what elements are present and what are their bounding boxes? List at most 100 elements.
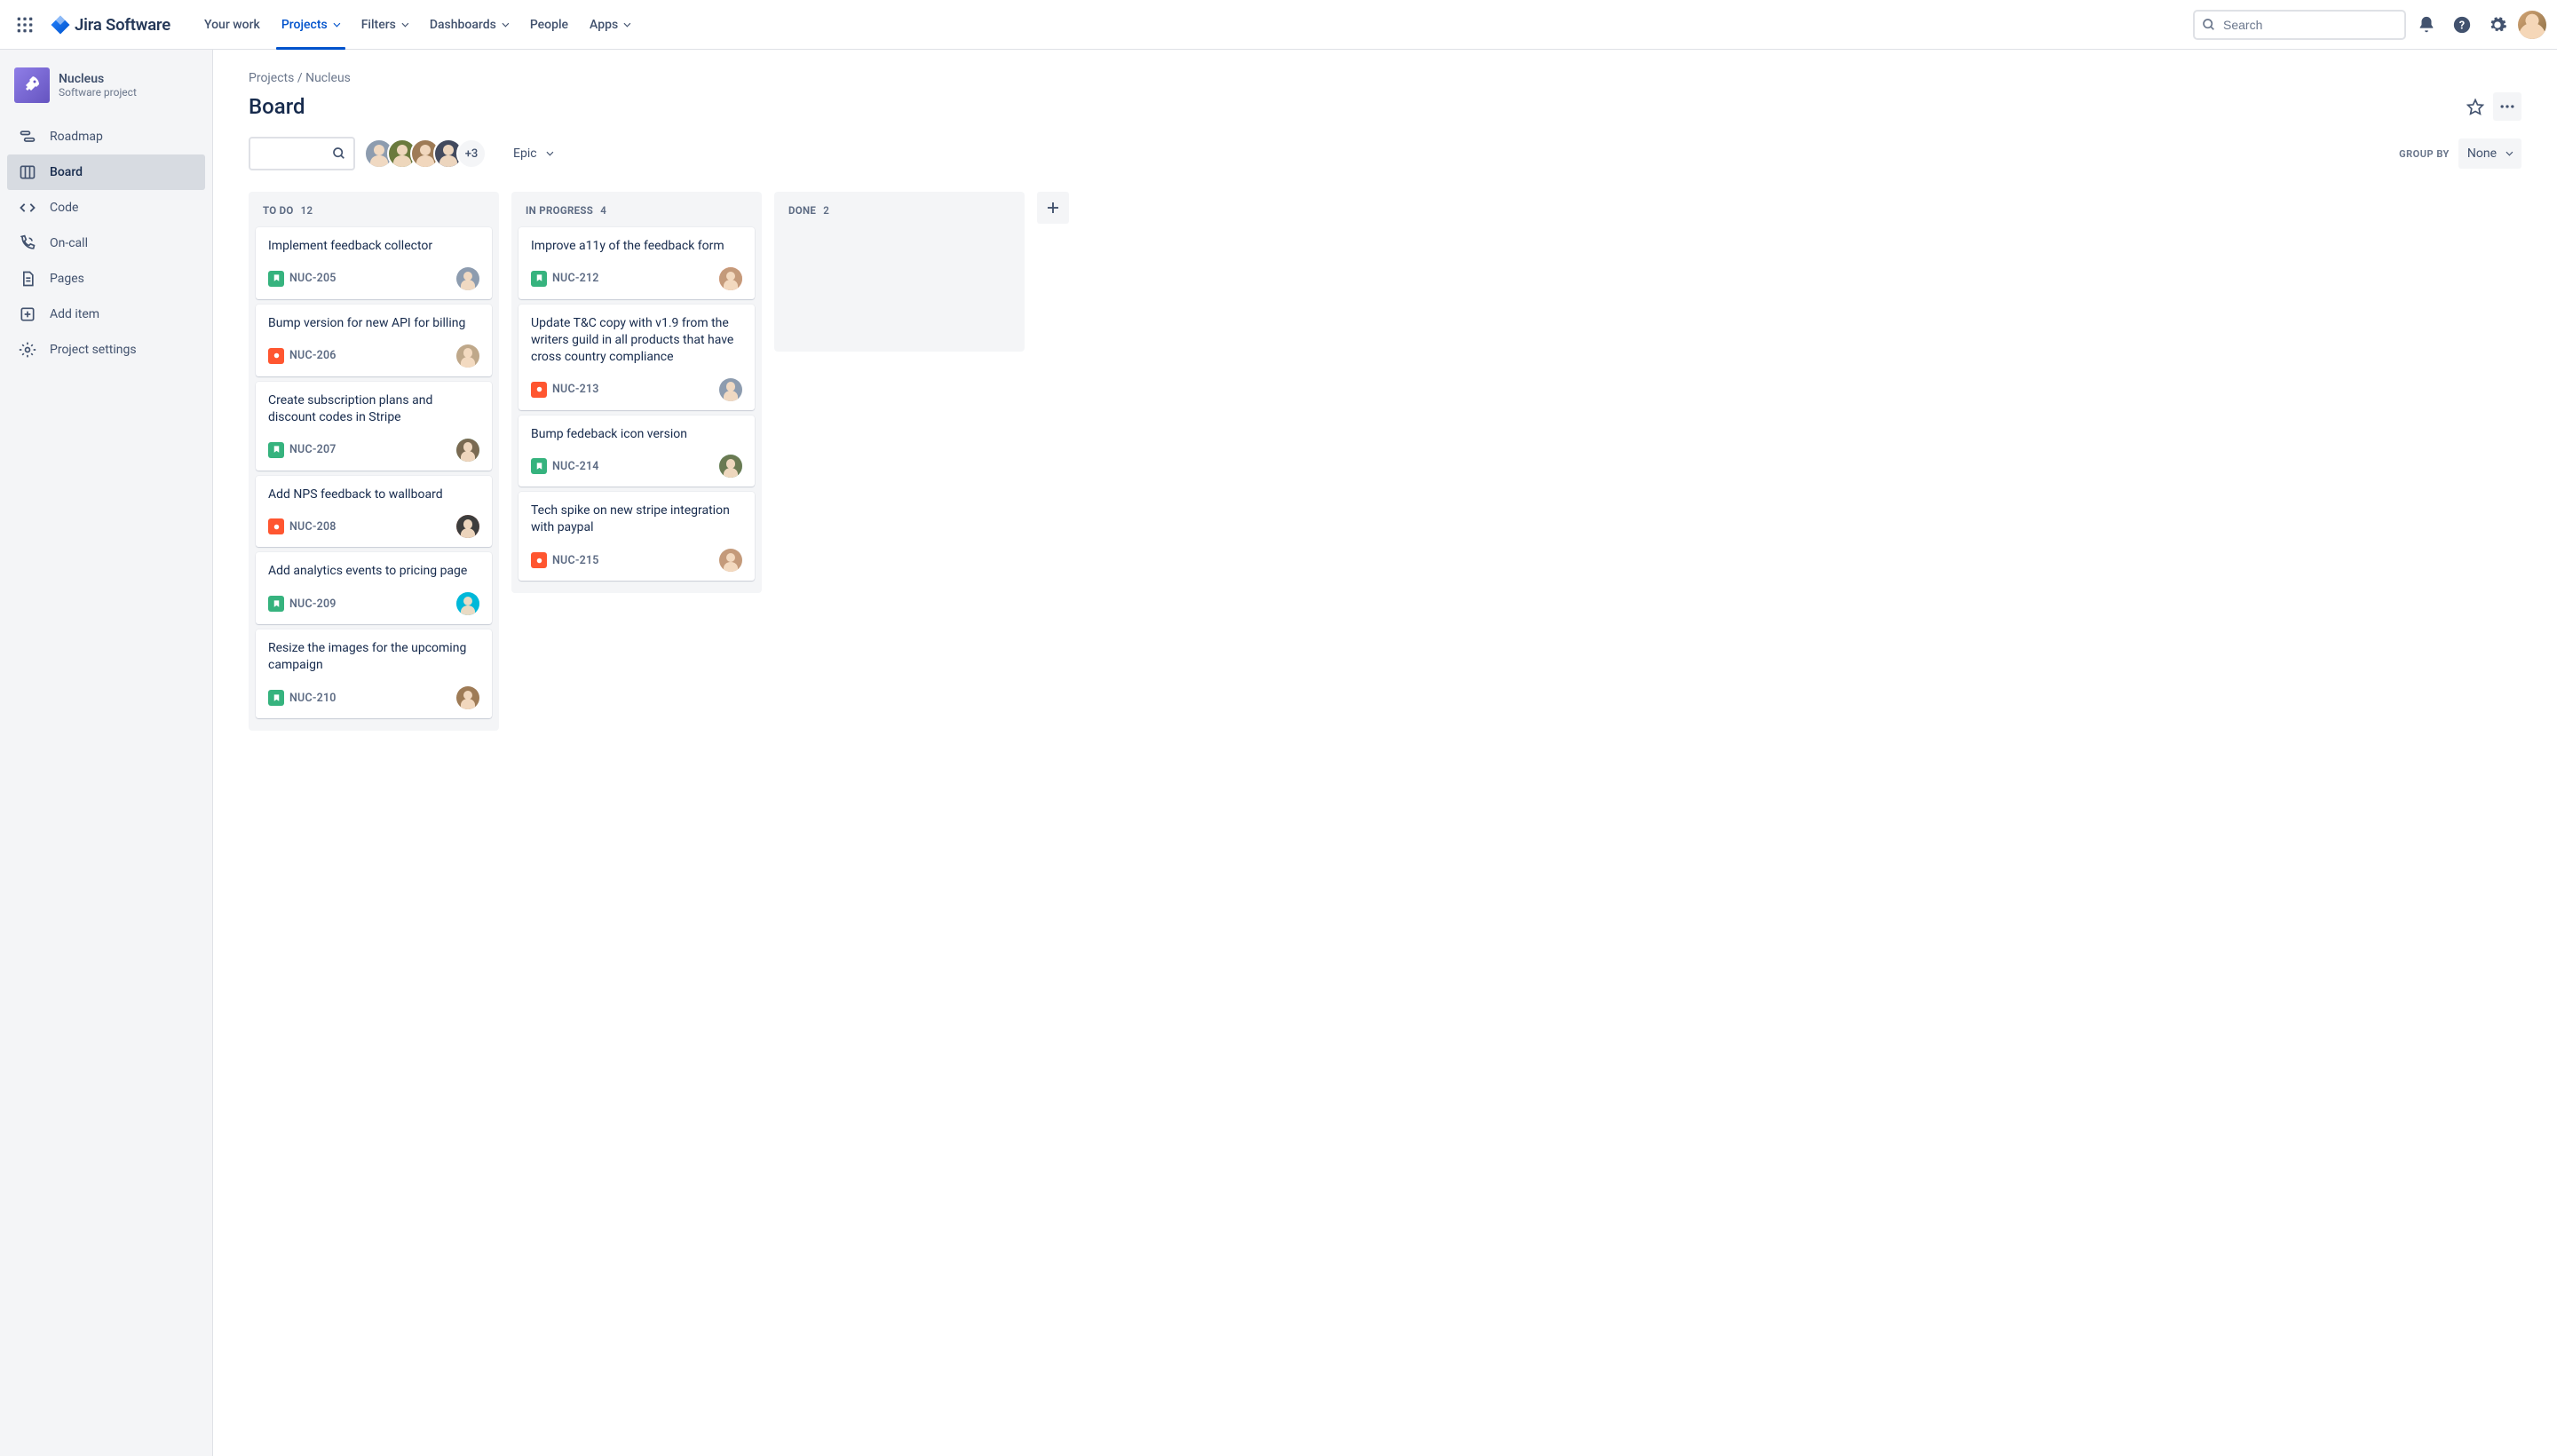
assignee-avatar[interactable]	[456, 686, 479, 709]
sidebar-item-settings[interactable]: Project settings	[7, 332, 205, 368]
nav-dashboards[interactable]: Dashboards	[421, 0, 518, 50]
sidebar-label: Code	[50, 201, 78, 215]
nav-label: Dashboards	[430, 18, 496, 32]
more-icon	[2498, 98, 2516, 115]
issue-card[interactable]: Tech spike on new stripe integration wit…	[519, 492, 755, 581]
more-actions-button[interactable]	[2493, 92, 2521, 121]
issue-card[interactable]: Add analytics events to pricing page NUC-…	[256, 552, 492, 624]
issue-card[interactable]: Create subscription plans and discount c…	[256, 382, 492, 471]
sidebar-label: On-call	[50, 236, 88, 250]
nav-your-work[interactable]: Your work	[195, 0, 269, 50]
jira-logo[interactable]: Jira Software	[43, 14, 178, 36]
issue-type-story-icon	[268, 442, 284, 458]
project-avatar	[14, 67, 50, 103]
group-by-label: GROUP BY	[2399, 148, 2450, 160]
search-icon	[2202, 18, 2216, 32]
epic-label: Epic	[513, 146, 537, 161]
nav-items: Your work Projects Filters Dashboards Pe…	[195, 0, 639, 50]
notifications-button[interactable]	[2411, 10, 2442, 40]
global-search-input[interactable]	[2223, 18, 2397, 32]
global-search[interactable]	[2193, 10, 2406, 40]
assignee-avatar[interactable]	[456, 515, 479, 538]
nav-label: People	[530, 18, 568, 32]
gear-icon	[2488, 15, 2507, 35]
issue-card[interactable]: Implement feedback collectorNUC-205	[256, 227, 492, 299]
board: TO DO12 Implement feedback collectorNUC-…	[249, 192, 2521, 752]
sidebar-item-roadmap[interactable]: Roadmap	[7, 119, 205, 154]
group-by-select[interactable]: None	[2458, 138, 2521, 169]
project-type: Software project	[59, 86, 137, 99]
help-button[interactable]: ?	[2447, 10, 2477, 40]
avatar-overflow[interactable]: +3	[456, 138, 487, 169]
add-column-button[interactable]	[1037, 192, 1069, 224]
issue-type-bug-icon	[531, 382, 547, 398]
chevron-down-icon	[624, 20, 631, 27]
card-title: Update T&C copy with v1.9 from the write…	[531, 315, 742, 366]
card-title: Improve a11y of the feedback form	[531, 238, 742, 255]
issue-card[interactable]: Improve a11y of the feedback formNUC-212	[519, 227, 755, 299]
nav-label: Your work	[204, 18, 260, 32]
breadcrumb-sep: /	[294, 71, 305, 85]
column-count: 2	[823, 204, 829, 217]
issue-key: NUC-214	[552, 460, 599, 473]
nav-apps[interactable]: Apps	[581, 0, 639, 50]
project-header[interactable]: Nucleus Software project	[7, 67, 205, 119]
main-content: Projects / Nucleus Board +3 Epic	[213, 50, 2557, 1456]
plus-icon	[1045, 200, 1061, 216]
column-todo: TO DO12 Implement feedback collectorNUC-…	[249, 192, 499, 731]
board-search[interactable]	[249, 137, 355, 170]
assignee-avatar[interactable]	[719, 549, 742, 572]
epic-filter-button[interactable]: Epic	[504, 141, 562, 166]
sidebar-item-add[interactable]: Add item	[7, 297, 205, 332]
sidebar-item-code[interactable]: Code	[7, 190, 205, 226]
issue-card[interactable]: Update T&C copy with v1.9 from the write…	[519, 305, 755, 410]
assignee-avatar[interactable]	[456, 267, 479, 290]
chevron-down-icon	[546, 149, 553, 156]
card-title: Bump fedeback icon version	[531, 426, 742, 443]
issue-key: NUC-210	[289, 692, 336, 705]
column-in-progress: IN PROGRESS4 Improve a11y of the feedbac…	[511, 192, 762, 593]
sidebar-label: Project settings	[50, 343, 137, 357]
card-title: Tech spike on new stripe integration wit…	[531, 502, 742, 536]
assignee-avatar[interactable]	[719, 378, 742, 401]
breadcrumb: Projects / Nucleus	[249, 71, 2521, 85]
code-icon	[18, 198, 37, 218]
sidebar-item-oncall[interactable]: On-call	[7, 226, 205, 261]
svg-text:?: ?	[2459, 19, 2465, 32]
app-switcher-button[interactable]	[11, 11, 39, 39]
sidebar-item-pages[interactable]: Pages	[7, 261, 205, 297]
chevron-down-icon	[502, 20, 509, 27]
assignee-avatar[interactable]	[719, 267, 742, 290]
nav-filters[interactable]: Filters	[352, 0, 417, 50]
page-icon	[18, 269, 37, 289]
assignee-avatar[interactable]	[456, 439, 479, 462]
gear-icon	[18, 340, 37, 360]
profile-avatar[interactable]	[2518, 11, 2546, 39]
card-title: Add analytics events to pricing page	[268, 563, 479, 580]
issue-key: NUC-206	[289, 349, 336, 362]
card-title: Bump version for new API for billing	[268, 315, 479, 332]
issue-card[interactable]: Bump version for new API for billing NUC-…	[256, 305, 492, 376]
issue-card[interactable]: Resize the images for the upcoming campa…	[256, 629, 492, 718]
nav-right: ?	[2193, 10, 2546, 40]
assignee-avatar[interactable]	[456, 344, 479, 368]
nav-people[interactable]: People	[521, 0, 577, 50]
assignee-avatar[interactable]	[719, 455, 742, 478]
issue-card[interactable]: Bump fedeback icon version NUC-214	[519, 415, 755, 487]
star-button[interactable]	[2461, 92, 2490, 121]
top-nav: Jira Software Your work Projects Filters…	[0, 0, 2557, 50]
sidebar-item-board[interactable]: Board	[7, 154, 205, 190]
help-icon: ?	[2452, 15, 2472, 35]
assignee-filter-stack[interactable]: +3	[366, 138, 487, 169]
project-name: Nucleus	[59, 72, 137, 86]
settings-button[interactable]	[2482, 10, 2513, 40]
app-switcher-icon	[16, 16, 34, 34]
issue-key: NUC-213	[552, 383, 599, 396]
assignee-avatar[interactable]	[456, 592, 479, 615]
issue-card[interactable]: Add NPS feedback to wallboardNUC-208	[256, 476, 492, 548]
issue-key: NUC-209	[289, 597, 336, 611]
nav-projects[interactable]: Projects	[273, 0, 349, 50]
board-icon	[18, 162, 37, 182]
card-title: Implement feedback collector	[268, 238, 479, 255]
breadcrumb-projects[interactable]: Projects	[249, 71, 294, 85]
